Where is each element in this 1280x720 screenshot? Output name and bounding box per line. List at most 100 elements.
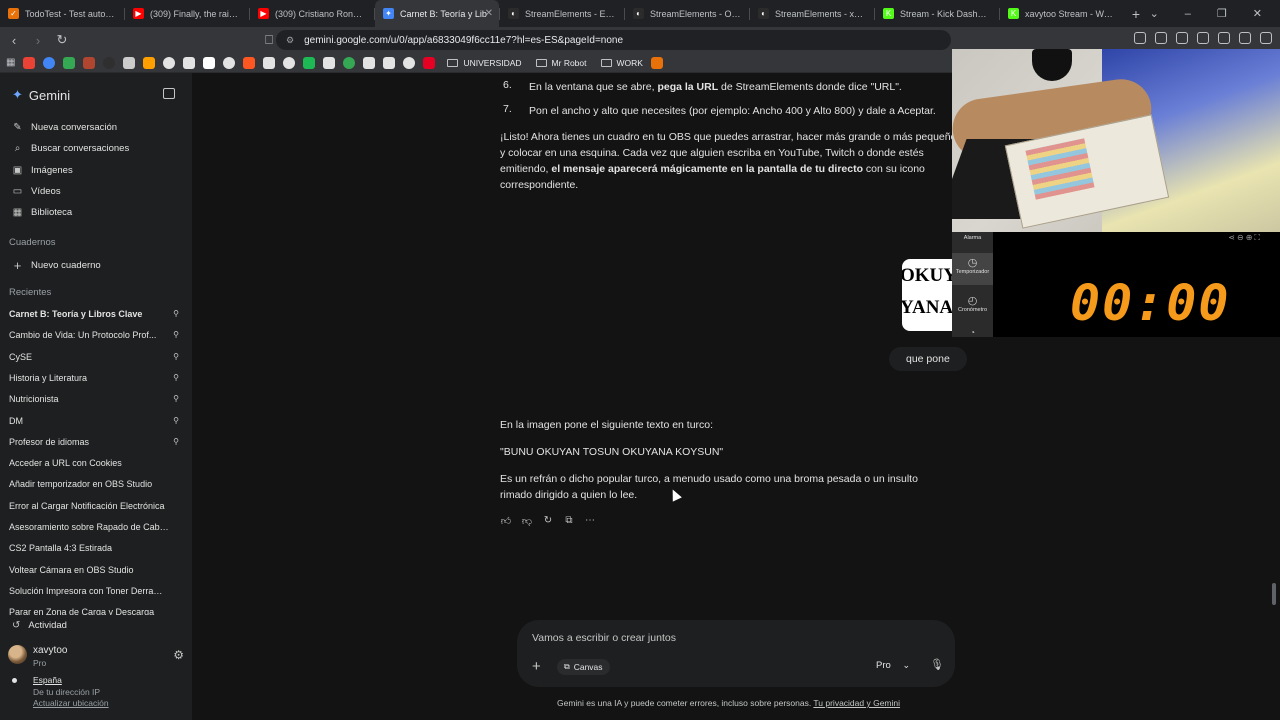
sidebar-nav-item[interactable]: ▦ Biblioteca — [12, 207, 72, 218]
sidepanel-icon[interactable] — [1176, 32, 1188, 44]
copy-icon[interactable]: ⧉ — [563, 515, 575, 527]
bookmark-favicon-icon[interactable] — [103, 56, 116, 69]
restore-button[interactable]: ❐ — [1217, 7, 1227, 20]
bookmark-favicon-icon[interactable] — [263, 56, 276, 69]
bookmark-icon-check[interactable] — [650, 56, 663, 69]
bookmark-favicon-icon[interactable] — [423, 56, 436, 69]
bookmark-favicon-icon[interactable] — [183, 56, 196, 69]
close-window-button[interactable]: ✕ — [1253, 7, 1262, 20]
address-bar[interactable]: ⚙ gemini.google.com/u/0/app/a6833049f6cc… — [276, 30, 951, 50]
browser-tab[interactable]: K Stream - Kick Dashboard — [875, 0, 999, 27]
add-attachment-icon[interactable]: + — [532, 658, 541, 675]
wallet-icon[interactable] — [1197, 32, 1209, 44]
browser-tab[interactable]: ✦ Carnet B: Teoría y Lib ✕ — [375, 0, 499, 27]
site-info-icon[interactable]: ⚙ — [286, 35, 294, 46]
bookmark-favicon-icon[interactable] — [83, 56, 96, 69]
reload-icon[interactable]: ↻ — [52, 32, 72, 48]
ai-icon[interactable] — [1218, 32, 1230, 44]
more-options-icon[interactable]: ⋯ — [584, 515, 596, 527]
recent-conversation[interactable]: Añadir temporizador en OBS Studio — [9, 479, 179, 489]
prompt-input[interactable]: Vamos a escribir o crear juntos — [532, 632, 676, 644]
new-notebook-button[interactable]: + Nuevo cuaderno — [12, 258, 101, 273]
bookmark-favicon-icon[interactable] — [243, 56, 256, 69]
pin-icon[interactable]: ⚲ — [173, 437, 179, 447]
gemini-logo[interactable]: ✦ Gemini — [12, 87, 70, 103]
bookmark-favicon-icon[interactable] — [323, 56, 336, 69]
recent-conversation[interactable]: DM ⚲ — [9, 416, 179, 426]
shield-icon[interactable] — [1239, 32, 1251, 44]
bookmark-favicon-icon[interactable] — [63, 56, 76, 69]
collapse-sidebar-icon[interactable] — [163, 88, 175, 99]
browser-tab[interactable]: ▶ (309) Finally, the rain... a l — [125, 0, 249, 27]
pin-icon[interactable]: ⚲ — [173, 394, 179, 404]
thumbs-down-icon[interactable]: 👎︎ — [521, 515, 533, 527]
menu-icon[interactable] — [1260, 32, 1272, 44]
media-icon[interactable] — [1155, 32, 1167, 44]
update-location-link[interactable]: Actualizar ubicación — [33, 698, 109, 710]
bookmark-folder[interactable]: WORK — [600, 58, 643, 68]
bookmark-favicon-icon[interactable] — [283, 56, 296, 69]
bookmark-favicon-icon[interactable] — [143, 56, 156, 69]
recent-conversation[interactable]: Error al Cargar Notificación Electrónica — [9, 501, 179, 511]
timer-window-controls[interactable]: ⋖⊖⊕⛶ — [1228, 233, 1262, 243]
thumbs-up-icon[interactable]: 👍︎ — [500, 515, 512, 527]
user-profile[interactable]: xavytoo Pro ⚙ — [8, 645, 184, 669]
bookmark-favicon-icon[interactable] — [303, 56, 316, 69]
sidebar-nav-item[interactable]: ▣ Imágenes — [12, 165, 73, 176]
bookmark-favicon-icon[interactable] — [403, 56, 416, 69]
bookmark-favicon-icon[interactable] — [383, 56, 396, 69]
settings-gear-icon[interactable]: ⚙ — [173, 648, 184, 662]
recent-conversation[interactable]: Historia y Literatura ⚲ — [9, 373, 179, 383]
regenerate-icon[interactable]: ↻ — [542, 515, 554, 527]
close-tab-icon[interactable]: ✕ — [485, 8, 493, 19]
browser-tab[interactable]: ◐ StreamElements - Overlay — [625, 0, 749, 27]
browser-tab[interactable]: ▶ (309) Cristiano Ronaldo sp — [250, 0, 374, 27]
minimize-button[interactable]: – — [1185, 8, 1191, 20]
timer-menu-clock[interactable]: ◔ — [952, 328, 993, 337]
recent-conversation[interactable]: Voltear Cámara en OBS Studio — [9, 565, 179, 575]
scrollbar-thumb[interactable] — [1272, 583, 1276, 605]
back-icon[interactable]: ‹ — [4, 33, 24, 48]
bookmark-favicon-icon[interactable] — [123, 56, 136, 69]
recent-conversation[interactable]: Profesor de idiomas ⚲ — [9, 437, 179, 447]
bookmark-folder[interactable]: Mr Robot — [535, 58, 587, 68]
recent-conversation[interactable]: Solución Impresora con Toner Derrama... — [9, 586, 179, 596]
bookmark-favicon-icon[interactable] — [363, 56, 376, 69]
recent-conversation[interactable]: Parar en Zona de Carga y Descarga — [9, 607, 179, 615]
pin-icon[interactable]: ⚲ — [173, 352, 179, 362]
timer-menu-alarm[interactable]: Alarma — [952, 235, 993, 241]
recent-conversation[interactable]: Cambio de Vida: Un Protocolo Prof... ⚲ — [9, 330, 179, 340]
recent-conversation[interactable]: CS2 Pantalla 4:3 Estirada — [9, 543, 179, 553]
sidebar-nav-item[interactable]: ▭ Vídeos — [12, 186, 61, 197]
recent-conversation[interactable]: Nutricionista ⚲ — [9, 394, 179, 404]
recent-conversation[interactable]: Acceder a URL con Cookies — [9, 458, 179, 468]
recent-conversation[interactable]: Asesoramiento sobre Rapado de Cabeza — [9, 522, 179, 532]
timer-menu-stopwatch[interactable]: ◴ Cronómetro — [952, 294, 993, 313]
bookmark-favicon-icon[interactable] — [343, 56, 356, 69]
extensions-icon[interactable] — [1134, 32, 1146, 44]
pin-icon[interactable]: ⚲ — [173, 416, 179, 426]
bookmark-favicon-icon[interactable] — [223, 56, 236, 69]
recent-conversation[interactable]: CySE ⚲ — [9, 352, 179, 362]
recent-conversation[interactable]: Carnet B: Teoría y Libros Clave ⚲ — [9, 309, 179, 319]
new-tab-button[interactable]: + — [1124, 6, 1148, 22]
apps-icon[interactable]: ▦ — [6, 57, 15, 68]
sidebar-nav-item[interactable]: ⌕ Buscar conversaciones — [12, 143, 130, 154]
browser-tab[interactable]: ◐ StreamElements - xavytoo — [750, 0, 874, 27]
browser-tab[interactable]: ◐ StreamElements - Elemen — [500, 0, 624, 27]
privacy-link[interactable]: Tu privacidad y Gemini — [813, 698, 900, 708]
browser-tab[interactable]: Kxavytoo Stream - Watch L — [1000, 0, 1124, 27]
pin-icon[interactable]: ⚲ — [173, 330, 179, 340]
avatar[interactable] — [8, 645, 27, 664]
bookmark-folder[interactable]: UNIVERSIDAD — [447, 58, 522, 68]
pin-icon[interactable]: ⚲ — [173, 373, 179, 383]
forward-icon[interactable]: › — [28, 33, 48, 48]
bookmark-favicon-icon[interactable] — [23, 56, 36, 69]
canvas-tool-chip[interactable]: ⧉ Canvas — [557, 659, 610, 675]
tab-search-icon[interactable]: ⌄ — [1150, 7, 1159, 20]
bookmark-favicon-icon[interactable] — [43, 56, 56, 69]
bookmark-favicon-icon[interactable] — [203, 56, 216, 69]
microphone-icon[interactable]: 🎙︎ — [930, 658, 944, 671]
browser-tab[interactable]: ✓ TodoTest - Test autoescue — [0, 0, 124, 27]
sidebar-nav-item[interactable]: ✎ Nueva conversación — [12, 122, 117, 133]
